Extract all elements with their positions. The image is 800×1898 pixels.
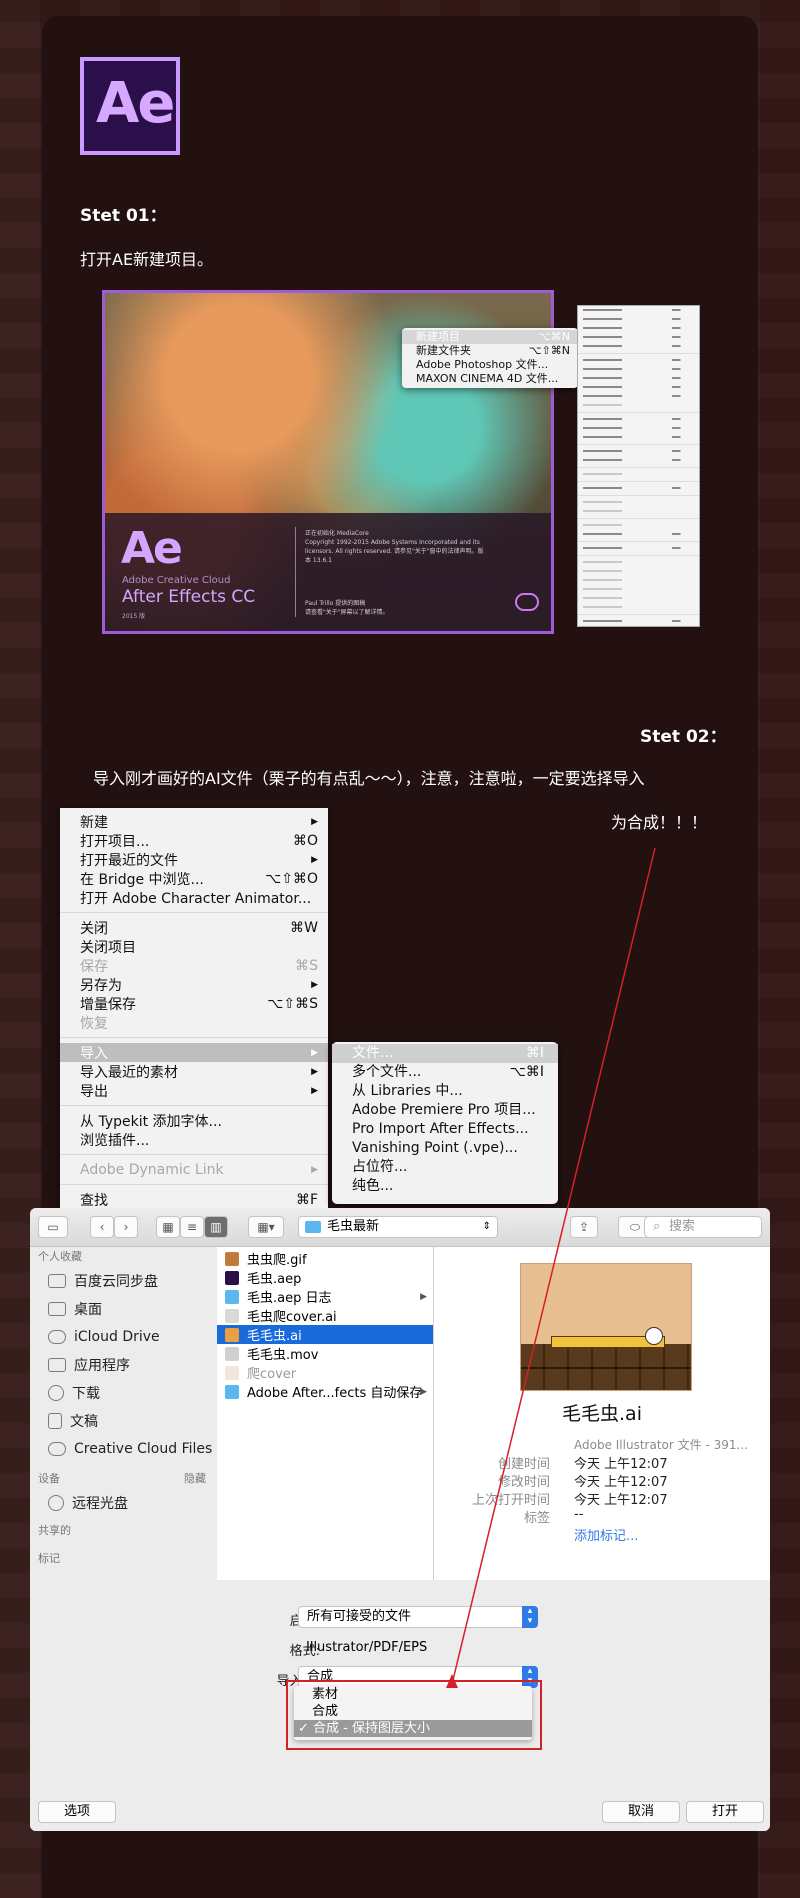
annotation-arrow	[446, 847, 656, 1688]
arrow-head	[446, 1674, 458, 1688]
arrow-line	[451, 847, 656, 1685]
